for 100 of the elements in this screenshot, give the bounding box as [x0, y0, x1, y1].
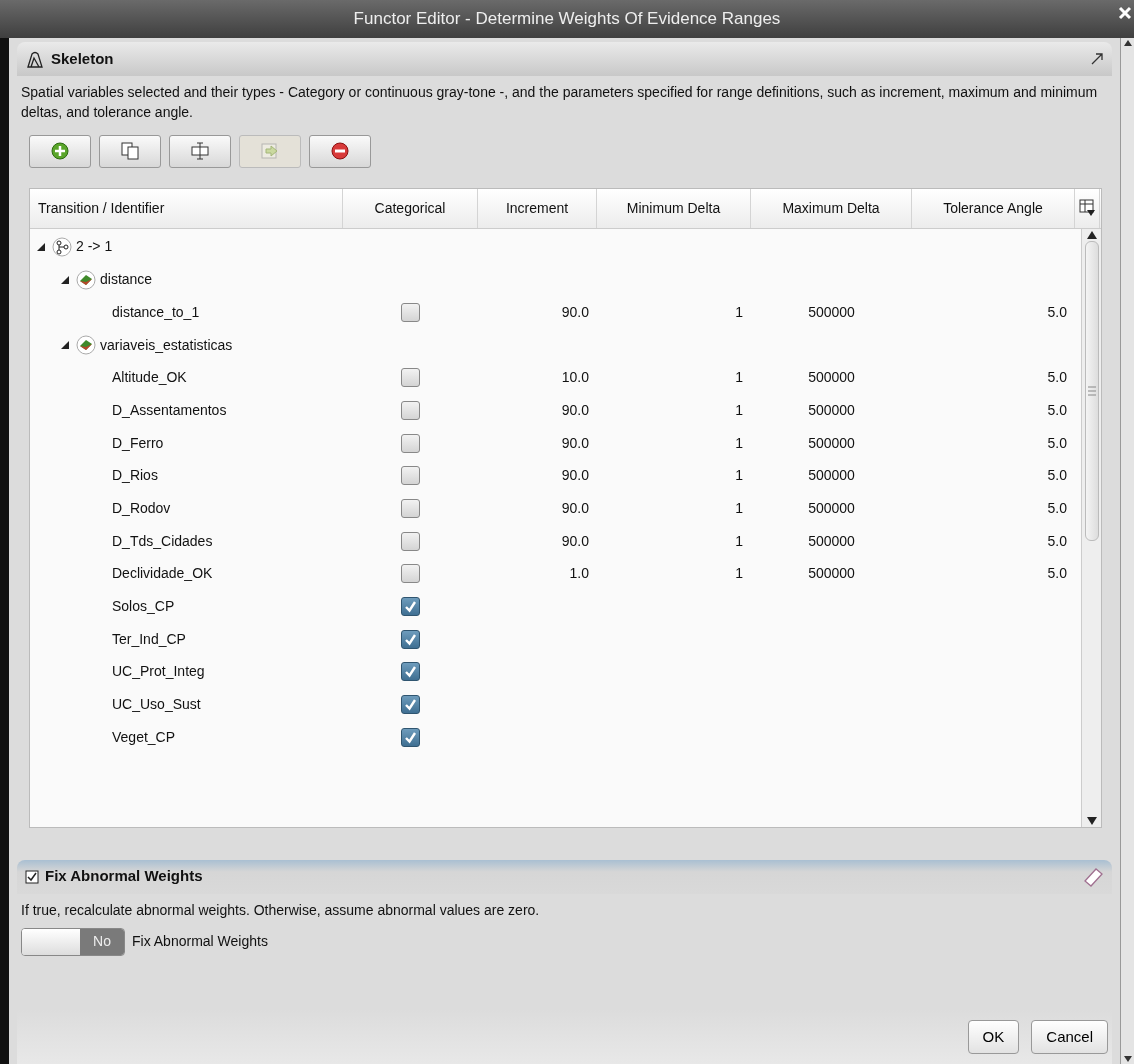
tree-item[interactable]: Solos_CP	[112, 596, 175, 617]
minimum-delta-cell-text: 1	[735, 302, 743, 322]
tolerance-angle-cell-text: 5.0	[1047, 433, 1067, 453]
categorical-checkbox[interactable]	[401, 368, 420, 388]
tolerance-angle-cell-text: 5.0	[1047, 400, 1067, 420]
maximum-delta-cell-text: 500000	[808, 400, 855, 420]
column-header[interactable]: Minimum Delta	[626, 197, 721, 219]
tolerance-angle-cell-text: 5.0	[1047, 368, 1067, 388]
tree-item[interactable]: UC_Prot_Integ	[112, 661, 205, 683]
tree-item[interactable]: D_Assentamentos	[112, 399, 227, 421]
ok-button[interactable]: OK	[967, 1020, 1020, 1054]
tree-item[interactable]: 2 -> 1	[76, 236, 113, 258]
increment-cell-text: 90.0	[561, 400, 589, 420]
categorical-checkbox[interactable]	[401, 662, 420, 682]
categorical-checkbox[interactable]	[401, 400, 420, 420]
tree-item[interactable]: distance	[100, 269, 153, 291]
branch-icon	[52, 236, 72, 257]
section-description: Spatial variables selected and their types - Category or continuous gray-tone -, and the parameters specified for range definitions, such as increment, maximum and minimum deltas, and tolerance angle.	[20, 83, 1099, 123]
minimum-delta-cell-text: 1	[735, 531, 743, 551]
maximum-delta-cell-text: 500000	[808, 564, 855, 584]
scroll-up-icon[interactable]	[1123, 40, 1132, 46]
tree-item[interactable]: variaveis_estatisticas	[100, 334, 233, 356]
tolerance-angle-cell-text: 5.0	[1047, 564, 1067, 584]
minimum-delta-cell-text: 1	[735, 466, 743, 486]
tree-item[interactable]: D_Tds_Cidades	[112, 530, 213, 552]
categorical-checkbox[interactable]	[401, 727, 420, 747]
scrollbar[interactable]	[1081, 228, 1101, 827]
increment-cell-text: 90.0	[561, 433, 589, 453]
increment-cell-text: 10.0	[561, 368, 589, 388]
remove-icon	[330, 141, 350, 162]
maximum-delta-cell-text: 500000	[808, 433, 855, 453]
section-title: Fix Abnormal Weights	[45, 866, 203, 887]
increment-cell-text: 90.0	[561, 466, 589, 486]
tree-item[interactable]: D_Rodov	[112, 497, 171, 519]
column-header[interactable]: Maximum Delta	[782, 197, 880, 219]
tolerance-angle-cell-text: 5.0	[1047, 531, 1067, 551]
increment-cell-text: 90.0	[561, 498, 589, 518]
caret-icon[interactable]	[36, 241, 46, 252]
increment-cell-text: 1.0	[569, 564, 589, 584]
categorical-checkbox[interactable]	[401, 433, 420, 453]
add-icon	[50, 141, 70, 162]
categorical-checkbox[interactable]	[401, 564, 420, 584]
tree-item[interactable]: Altitude_OK	[112, 367, 187, 389]
categorical-checkbox[interactable]	[401, 531, 420, 551]
tree-item[interactable]: D_Rios	[112, 465, 158, 487]
cancel-button[interactable]: Cancel	[1031, 1020, 1108, 1054]
tree-item[interactable]: Veget_CP	[112, 726, 176, 748]
tree-item[interactable]: UC_Uso_Sust	[112, 694, 201, 716]
tolerance-angle-cell-text: 5.0	[1047, 302, 1067, 322]
categorical-checkbox[interactable]	[401, 302, 420, 322]
maximum-delta-cell-text: 500000	[808, 302, 855, 322]
tree-item[interactable]: Ter_Ind_CP	[112, 628, 186, 650]
column-header[interactable]: Tolerance Angle	[943, 197, 1043, 219]
categorical-checkbox[interactable]	[401, 466, 420, 486]
edit-icon	[190, 141, 210, 162]
tolerance-angle-cell-text: 5.0	[1047, 498, 1067, 518]
close-button[interactable]	[1118, 6, 1132, 20]
maximum-delta-cell-text: 500000	[808, 466, 855, 486]
remove-button[interactable]	[309, 134, 371, 168]
scroll-down-icon[interactable]	[1086, 816, 1097, 825]
caret-icon[interactable]	[60, 340, 70, 350]
categorical-checkbox[interactable]	[401, 695, 420, 715]
tree-item[interactable]: Declividade_OK	[112, 563, 213, 585]
map-icon	[76, 269, 96, 290]
close-icon	[1118, 6, 1132, 20]
column-chooser-icon[interactable]	[1079, 199, 1095, 218]
column-header[interactable]: Increment	[505, 197, 569, 219]
minimum-delta-cell-text: 1	[735, 368, 743, 388]
minimum-delta-cell-text: 1	[735, 564, 743, 584]
edit-button[interactable]	[169, 134, 231, 168]
minimum-delta-cell-text: 1	[735, 400, 743, 420]
toggle-label: Fix Abnormal Weights	[132, 932, 268, 952]
caret-icon[interactable]	[60, 274, 70, 285]
increment-cell-text: 90.0	[561, 302, 589, 322]
bag-icon	[25, 50, 45, 68]
tolerance-angle-cell-text: 5.0	[1047, 466, 1067, 486]
tree-item[interactable]: distance_to_1	[112, 301, 200, 323]
copy-icon	[120, 141, 140, 162]
toggle-switch[interactable]: No	[21, 927, 125, 956]
maximum-delta-cell-text: 500000	[808, 498, 855, 518]
copy-button[interactable]	[99, 134, 161, 168]
tree-item[interactable]: D_Ferro	[112, 432, 164, 454]
scrollbar[interactable]	[1120, 38, 1134, 1064]
section-description: If true, recalculate abnormal weights. Otherwise, assume abnormal values are zero.	[20, 900, 541, 920]
grip-icon[interactable]	[1087, 385, 1096, 396]
minimum-delta-cell-text: 1	[735, 498, 743, 518]
column-header[interactable]: Categorical	[374, 197, 446, 219]
categorical-checkbox[interactable]	[401, 597, 420, 616]
categorical-checkbox[interactable]	[401, 629, 420, 649]
categorical-checkbox[interactable]	[401, 498, 420, 518]
increment-cell-text: 90.0	[561, 531, 589, 551]
map-icon	[76, 335, 96, 355]
expand-icon[interactable]	[1090, 52, 1104, 66]
window-title: Functor Editor - Determine Weights Of Evidence Ranges	[353, 8, 781, 31]
column-header[interactable]: Transition / Identifier	[38, 197, 165, 219]
checkbox-icon	[25, 869, 39, 884]
scroll-down-icon[interactable]	[1123, 1056, 1132, 1062]
minimum-delta-cell-text: 1	[735, 433, 743, 453]
add-button[interactable]	[29, 134, 91, 168]
section-title: Skeleton	[51, 48, 114, 69]
